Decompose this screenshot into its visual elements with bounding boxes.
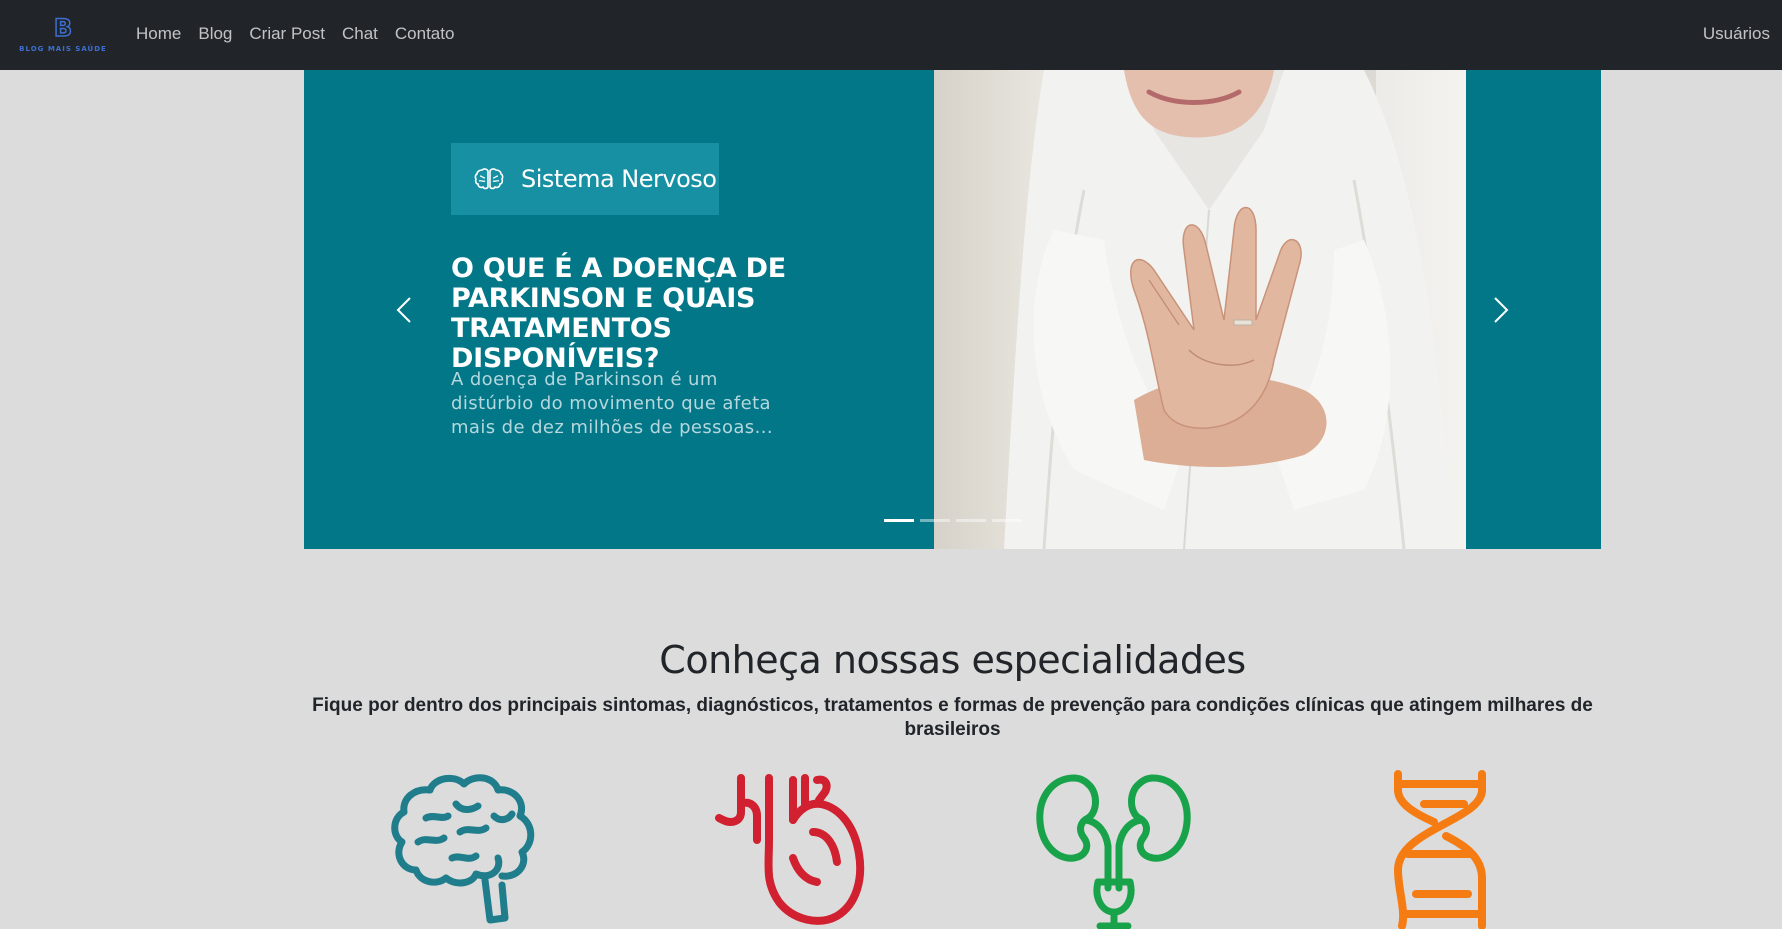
category-badge[interactable]: Sistema Nervoso (451, 143, 719, 215)
elderly-woman-hands-illustration (1004, 70, 1454, 549)
carousel-indicator-1[interactable] (884, 519, 914, 522)
slide-excerpt: A doença de Parkinson é um distúrbio do … (451, 369, 773, 438)
nav-links: Home Blog Criar Post Chat Contato (136, 24, 471, 44)
category-label: Sistema Nervoso (521, 165, 717, 193)
brand-name: BLOG MAIS SAÚDE (19, 45, 107, 53)
specialties-heading: Conheça nossas especialidades (659, 638, 1246, 682)
carousel-next-button[interactable] (1471, 280, 1531, 340)
heart-icon[interactable] (713, 770, 868, 929)
slide-photo (934, 70, 1466, 549)
brain-icon[interactable] (390, 770, 545, 929)
nav-link-chat[interactable]: Chat (342, 24, 378, 44)
slide-title[interactable]: O que é a doença de Parkinson e quais tr… (451, 254, 881, 374)
featured-carousel: Sistema Nervoso O que é a doença de Park… (304, 70, 1601, 549)
brand-logo[interactable]: B BLOG MAIS SAÚDE (16, 13, 110, 54)
nav-link-usuarios[interactable]: Usuários (1703, 24, 1770, 44)
nav-link-home[interactable]: Home (136, 24, 181, 44)
carousel-indicator-4[interactable] (992, 519, 1022, 522)
nav-link-criar-post[interactable]: Criar Post (249, 24, 325, 44)
dna-icon[interactable] (1380, 770, 1500, 929)
carousel-indicators (884, 519, 1028, 522)
nav-link-blog[interactable]: Blog (198, 24, 232, 44)
chevron-right-icon (1494, 297, 1509, 323)
top-navbar: B BLOG MAIS SAÚDE Home Blog Criar Post C… (0, 0, 1782, 70)
carousel-indicator-3[interactable] (956, 519, 986, 522)
kidney-icon[interactable] (1036, 770, 1191, 929)
nav-link-contato[interactable]: Contato (395, 24, 455, 44)
carousel-indicator-2[interactable] (920, 519, 950, 522)
carousel-prev-button[interactable] (374, 280, 434, 340)
brand-letter: B (53, 13, 73, 43)
chevron-left-icon (396, 297, 411, 323)
brain-icon (474, 168, 504, 190)
specialties-subheading: Fique por dentro dos principais sintomas… (312, 695, 1593, 740)
